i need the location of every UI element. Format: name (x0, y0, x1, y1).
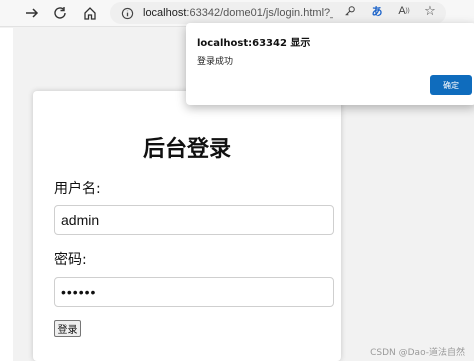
read-aloud-glyph: A (398, 5, 406, 17)
alert-dialog: localhost:63342 显示 登录成功 确定 (186, 23, 474, 105)
password-input[interactable] (54, 277, 334, 307)
username-label: 用户名: (54, 181, 101, 197)
url-text[interactable]: localhost:63342/dome01/js/login.html?_ij… (143, 7, 333, 19)
page-title: 后台登录 (142, 137, 231, 162)
ok-button[interactable]: 确定 (430, 75, 472, 95)
site-info-icon[interactable] (119, 5, 135, 21)
read-aloud-icon[interactable]: A)) (396, 3, 412, 19)
watermark: CSDN @Dao-道法自然 (370, 348, 465, 358)
translate-icon[interactable]: あ (369, 3, 385, 19)
forward-icon[interactable] (22, 3, 42, 23)
home-icon[interactable] (80, 3, 100, 23)
login-button[interactable]: 登录 (54, 320, 81, 337)
password-label: 密码: (54, 252, 87, 268)
favorite-icon[interactable]: ☆ (422, 3, 438, 19)
page-left-strip (0, 28, 13, 361)
login-card: 后台登录 用户名: 密码: 登录 (33, 91, 341, 361)
key-icon[interactable] (342, 3, 358, 19)
dialog-title: localhost:63342 显示 (197, 38, 311, 49)
dialog-message: 登录成功 (197, 57, 234, 67)
username-input[interactable] (54, 205, 334, 235)
reload-icon[interactable] (50, 3, 70, 23)
